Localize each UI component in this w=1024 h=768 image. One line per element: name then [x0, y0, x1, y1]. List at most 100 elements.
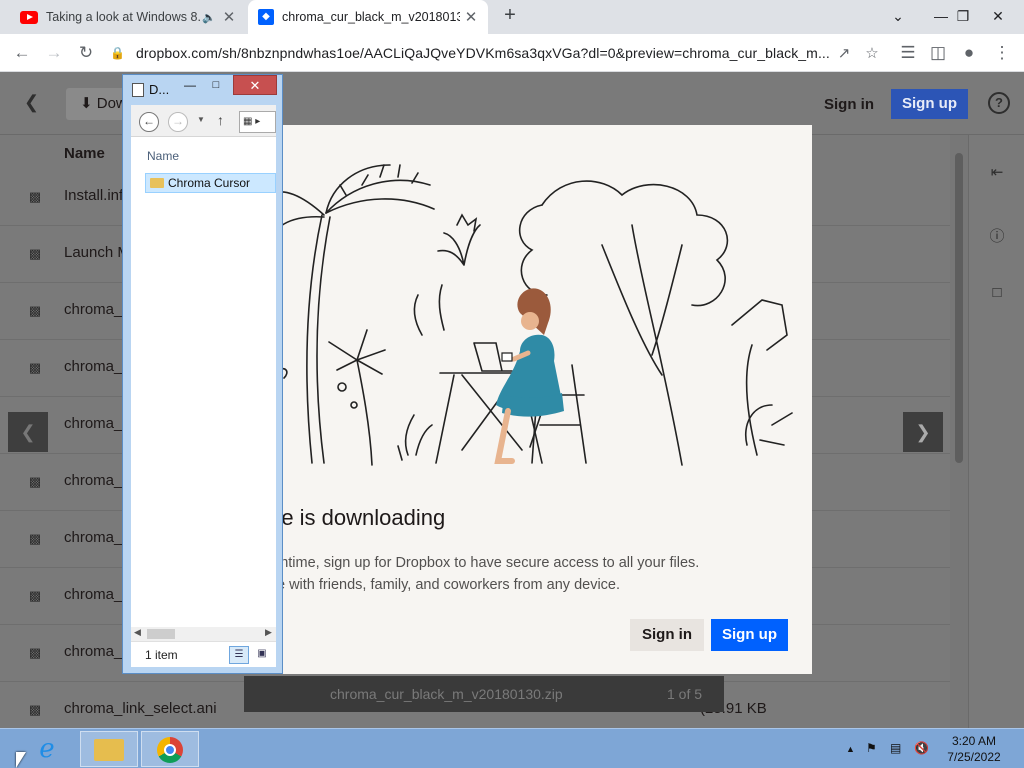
preview-position: 1 of 5	[667, 686, 703, 702]
tab-youtube[interactable]: Taking a look at Windows 8. 🔈 ✕	[8, 0, 246, 34]
taskbar: e ▲ ⚑ ▤ 🔇 3:20 AM 7/25/2022	[0, 728, 1024, 768]
file-name[interactable]: chroma_c	[64, 472, 130, 489]
file-name[interactable]: chroma_a	[64, 301, 131, 318]
reading-list-icon[interactable]: ☰	[894, 39, 922, 67]
file-name[interactable]: Install.inf	[64, 187, 123, 204]
speaker-icon[interactable]: 🔈	[202, 11, 216, 24]
dropbox-icon: ◆	[258, 9, 274, 25]
window-close-button[interactable]: ✕	[978, 0, 1018, 34]
file-icon: ▩	[28, 645, 42, 660]
chevron-down-icon[interactable]: ▼	[197, 115, 205, 124]
folder-name: Chroma Cursor	[168, 176, 251, 190]
page-scrollbar[interactable]	[950, 135, 968, 728]
folder-item[interactable]: Chroma Cursor	[145, 173, 276, 193]
action-center-flag-icon[interactable]: ⚑	[866, 741, 877, 755]
scroll-right-icon[interactable]: ▶	[265, 627, 272, 638]
file-explorer-taskbar-button[interactable]	[80, 731, 138, 767]
scroll-left-icon[interactable]: ◀	[134, 627, 141, 638]
file-name[interactable]: chroma_l	[64, 643, 126, 660]
reload-button[interactable]: ↻	[72, 39, 100, 67]
file-name[interactable]: chroma_h	[64, 529, 131, 546]
restore-button[interactable]: ❐	[948, 0, 978, 34]
back-arrow-icon[interactable]: ←	[139, 112, 159, 132]
explorer-close-button[interactable]: ✕	[233, 75, 277, 95]
modal-sign-in-button[interactable]: Sign in	[630, 619, 704, 651]
details-view-icon[interactable]: ☰	[229, 646, 249, 664]
chevron-left-icon[interactable]: ❮	[24, 92, 39, 113]
info-icon[interactable]: ⓘ	[987, 227, 1007, 247]
explorer-column-name[interactable]: Name	[147, 149, 179, 163]
explorer-window[interactable]: D... — □ ✕ ← → ▼ ↑ ▦ ▸ Name Chroma Curso…	[122, 74, 283, 674]
chevron-down-icon[interactable]: ⌄	[874, 0, 922, 34]
side-panel-icon[interactable]: ◫	[924, 39, 952, 67]
clock-time: 3:20 AM	[951, 734, 997, 748]
chrome-icon	[157, 737, 183, 763]
explorer-address-bar[interactable]: ▦ ▸	[239, 111, 276, 133]
file-name[interactable]: Launch M	[64, 244, 130, 261]
lock-icon[interactable]: 🔒	[110, 46, 128, 60]
clock-date: 7/25/2022	[947, 750, 1001, 764]
explorer-statusbar: 1 item ☰ ▣	[131, 641, 276, 667]
tab-dropbox[interactable]: ◆ chroma_cur_black_m_v20180130 ✕	[248, 0, 488, 34]
tab-strip: Taking a look at Windows 8. 🔈 ✕ ◆ chroma…	[0, 0, 1024, 34]
explorer-hscrollbar[interactable]: ◀ ▶	[131, 627, 276, 641]
folder-icon	[94, 739, 124, 761]
comment-icon[interactable]: □	[987, 283, 1007, 303]
modal-sign-up-button[interactable]: Sign up	[711, 619, 788, 651]
file-icon: ▩	[28, 360, 42, 375]
sign-up-button[interactable]: Sign up	[891, 89, 968, 119]
share-icon[interactable]: ↗	[830, 44, 858, 62]
volume-muted-icon[interactable]: 🔇	[914, 741, 929, 755]
download-button[interactable]: ⬇ Dow	[66, 88, 126, 120]
scroll-thumb[interactable]	[147, 629, 175, 639]
file-name[interactable]: chroma_c	[64, 415, 130, 432]
file-name[interactable]: chroma_link_select.ani	[64, 700, 217, 717]
close-icon[interactable]: ✕	[218, 8, 240, 26]
url-text[interactable]: dropbox.com/sh/8nbznpndwhas1oe/AACLiQaJQ…	[136, 45, 830, 61]
explorer-file-list: Name Chroma Cursor ◀ ▶	[131, 137, 276, 641]
network-icon[interactable]: ▤	[890, 741, 901, 755]
illustration-woman-at-table	[266, 164, 793, 466]
system-clock[interactable]: 3:20 AM 7/25/2022	[944, 733, 1004, 765]
chrome-taskbar-button[interactable]	[141, 731, 199, 767]
file-icon: ▩	[28, 531, 42, 546]
download-modal: r file is downloading meantime, sign up …	[212, 125, 812, 674]
modal-description: meantime, sign up for Dropbox to have se…	[252, 552, 792, 596]
forward-arrow-icon[interactable]: →	[168, 112, 188, 132]
file-icon: ▩	[28, 246, 42, 261]
large-icons-view-icon[interactable]: ▣	[253, 646, 271, 664]
internet-explorer-icon[interactable]: e	[18, 731, 76, 767]
forward-button[interactable]: →	[40, 39, 68, 67]
next-file-button[interactable]: ❯	[903, 412, 943, 452]
file-icon: ▩	[28, 303, 42, 318]
up-arrow-icon[interactable]: ↑	[217, 112, 224, 128]
show-hidden-icons-icon[interactable]: ▲	[846, 744, 855, 754]
column-header-name[interactable]: Name	[64, 145, 105, 162]
bookmark-star-icon[interactable]: ☆	[858, 44, 886, 62]
tab-title: chroma_cur_black_m_v20180130	[282, 10, 460, 24]
collapse-panel-icon[interactable]: ⇤	[987, 163, 1007, 183]
file-name[interactable]: chroma_b	[64, 358, 131, 375]
back-button[interactable]: ←	[8, 39, 36, 67]
explorer-maximize-button[interactable]: □	[205, 77, 227, 95]
address-bar[interactable]: 🔒 dropbox.com/sh/8nbznpndwhas1oe/AACLiQa…	[110, 38, 886, 68]
sign-in-button[interactable]: Sign in	[814, 90, 884, 120]
profile-avatar-icon[interactable]: ●	[955, 39, 983, 67]
close-icon[interactable]: ✕	[460, 8, 482, 26]
item-count: 1 item	[145, 648, 178, 662]
previous-file-button[interactable]: ❮	[8, 412, 48, 452]
help-icon[interactable]: ?	[988, 92, 1010, 114]
youtube-icon	[20, 10, 38, 24]
side-panel: ⇤ ⓘ □	[968, 135, 1024, 728]
file-name[interactable]: chroma_h	[64, 586, 131, 603]
explorer-title: D...	[149, 82, 170, 97]
new-tab-button[interactable]: +	[498, 4, 522, 30]
tab-title: Taking a look at Windows 8.	[46, 10, 201, 24]
menu-kebab-icon[interactable]: ⋮	[988, 39, 1016, 67]
explorer-navbar: ← → ▼ ↑ ▦ ▸	[131, 105, 276, 137]
explorer-minimize-button[interactable]: —	[179, 77, 201, 95]
preview-filename: chroma_cur_black_m_v20180130.zip	[330, 686, 563, 702]
scroll-thumb[interactable]	[955, 153, 963, 463]
file-icon: ▩	[28, 702, 42, 717]
explorer-titlebar[interactable]: D... — □ ✕	[123, 75, 282, 103]
